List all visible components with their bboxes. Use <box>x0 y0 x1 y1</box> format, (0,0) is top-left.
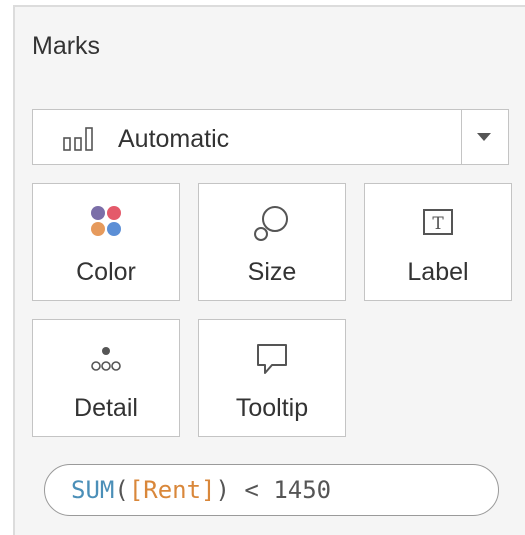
pill-close-paren: ) <box>215 476 230 504</box>
tooltip-icon <box>257 344 287 374</box>
color-dots-icon <box>91 206 121 236</box>
label-label: Label <box>407 258 469 286</box>
tooltip-button[interactable]: Tooltip <box>198 319 346 437</box>
tooltip-label: Tooltip <box>235 394 309 422</box>
label-button[interactable]: T Label <box>364 183 512 301</box>
mark-type-label: Automatic <box>118 125 230 153</box>
marks-title: Marks <box>32 32 101 60</box>
color-label: Color <box>76 258 136 286</box>
detail-button[interactable]: Detail <box>32 319 180 437</box>
mark-type-dropdown[interactable]: Automatic <box>32 109 509 165</box>
label-icon: T <box>423 209 453 235</box>
detail-label: Detail <box>74 394 138 422</box>
pill-function: SUM <box>71 476 115 504</box>
label-icon-text: T <box>432 214 444 234</box>
size-icon <box>254 206 288 241</box>
size-button[interactable]: Size <box>198 183 346 301</box>
pill-value: 1450 <box>273 476 332 504</box>
dropdown-separator <box>461 110 462 164</box>
filter-pill[interactable]: SUM([Rent]) < 1450 <box>44 464 499 516</box>
color-button[interactable]: Color <box>32 183 180 301</box>
pill-field: [Rent] <box>128 476 216 504</box>
pill-operator: < <box>229 476 274 504</box>
detail-dots-icon <box>91 347 121 371</box>
bar-chart-icon <box>63 127 93 151</box>
size-label: Size <box>247 258 297 286</box>
pill-open-paren: ( <box>114 476 129 504</box>
chevron-down-icon[interactable] <box>477 133 491 141</box>
